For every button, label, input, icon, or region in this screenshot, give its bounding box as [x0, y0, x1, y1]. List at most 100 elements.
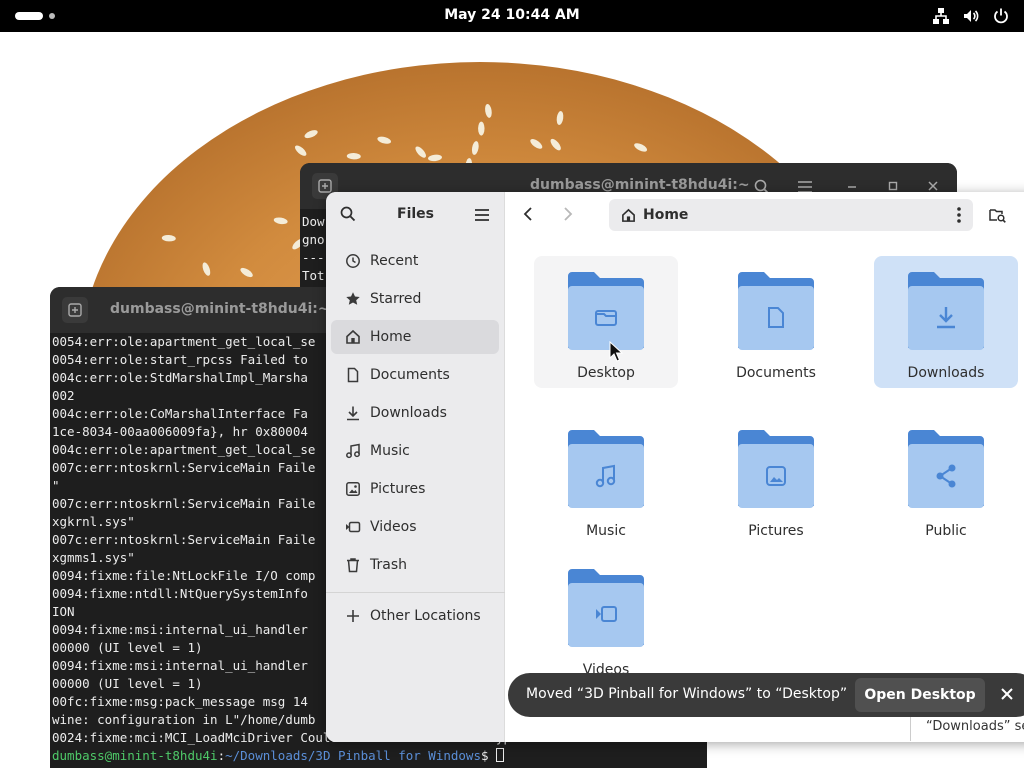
folder-videos[interactable]: Videos — [534, 553, 678, 685]
terminal-line: 00fc:fixme:msg:pack_message msg 14 — [52, 694, 308, 709]
sidebar-item-starred[interactable]: Starred — [331, 282, 499, 316]
folder-label: Documents — [736, 365, 816, 381]
folder-pictures[interactable]: Pictures — [704, 414, 848, 546]
terminal-line: 007c:err:ntoskrnl:ServiceMain Faile — [52, 532, 316, 547]
sidebar-item-label: Pictures — [370, 481, 426, 497]
prompt-path: ~/Downloads/3D Pinball for Windows — [225, 748, 481, 763]
close-icon[interactable] — [928, 181, 938, 191]
clock[interactable]: May 24 10:44 AM — [444, 7, 580, 23]
vertical-dots-menu-icon[interactable] — [957, 207, 961, 223]
sidebar-item-downloads[interactable]: Downloads — [331, 396, 499, 430]
download-icon — [345, 405, 361, 421]
folder-downloads-icon — [908, 272, 984, 350]
sidebar-item-music[interactable]: Music — [331, 434, 499, 468]
hamburger-menu-icon[interactable] — [474, 208, 490, 222]
plus-icon — [68, 303, 82, 317]
folder-desktop[interactable]: Desktop — [534, 256, 678, 388]
picture-icon — [345, 481, 361, 497]
plus-icon — [318, 179, 332, 193]
terminal-line: xgmms1.sys" — [52, 550, 135, 565]
new-tab-button[interactable] — [62, 297, 88, 323]
sidebar-item-videos[interactable]: Videos — [331, 510, 499, 544]
forward-arrow-icon[interactable] — [562, 206, 574, 222]
search-folder-icon[interactable] — [989, 207, 1006, 223]
back-arrow-icon[interactable] — [522, 206, 534, 222]
sidebar-item-label: Documents — [370, 367, 450, 383]
terminal-title: dumbass@minint-t8hdu4i:~/Do — [110, 301, 356, 317]
terminal-line: Dow — [302, 214, 325, 229]
music-icon — [345, 443, 361, 459]
open-desktop-button[interactable]: Open Desktop — [855, 678, 985, 712]
workspace-indicator — [49, 13, 55, 19]
folder-videos-icon — [568, 569, 644, 647]
volume-icon[interactable] — [962, 7, 980, 25]
terminal-output[interactable]: Dow gno --- Tot — [300, 213, 327, 285]
folder-label: Public — [925, 523, 967, 539]
sidebar-item-label: Starred — [370, 291, 422, 307]
sidebar-item-label: Downloads — [370, 405, 447, 421]
terminal-cursor — [496, 748, 505, 762]
terminal-line: 002 — [52, 388, 75, 403]
terminal-line: 0094:fixme:msi:internal_ui_handler — [52, 658, 308, 673]
terminal-line: 0094:fixme:ntdll:NtQuerySystemInfo — [52, 586, 308, 601]
terminal-line: 0054:err:ole:start_rpcss Failed to — [52, 352, 308, 367]
plus-icon — [345, 608, 361, 624]
network-icon[interactable] — [932, 7, 950, 25]
sidebar-item-trash[interactable]: Trash — [331, 548, 499, 582]
sidebar-item-documents[interactable]: Documents — [331, 358, 499, 392]
terminal-line: wine: configuration in L"/home/dumb — [52, 712, 316, 727]
terminal-line: 0094:fixme:file:NtLockFile I/O comp — [52, 568, 316, 583]
trash-icon — [345, 557, 361, 573]
sidebar-item-recent[interactable]: Recent — [331, 244, 499, 278]
power-icon[interactable] — [992, 7, 1010, 25]
minimize-icon[interactable] — [847, 185, 857, 189]
sesame-seed — [478, 121, 485, 136]
folder-documents[interactable]: Documents — [704, 256, 848, 388]
folder-music[interactable]: Music — [534, 414, 678, 546]
sidebar-item-home[interactable]: Home — [331, 320, 499, 354]
folder-public-icon — [908, 430, 984, 508]
folder-label: Downloads — [907, 365, 985, 381]
prompt-symbol: $ — [480, 748, 497, 763]
terminal-line: 007c:err:ntoskrnl:ServiceMain Faile — [52, 496, 316, 511]
sidebar-item-label: Home — [370, 329, 412, 345]
video-icon — [345, 519, 361, 535]
prompt-user: dumbass@minint-t8hdu4i — [52, 748, 218, 763]
partial-window-label: “Downloads” se — [910, 715, 1024, 741]
folder-desktop-icon — [568, 272, 644, 350]
home-icon — [345, 329, 361, 345]
terminal-line: 0094:fixme:msi:internal_ui_handler — [52, 622, 308, 637]
document-icon — [345, 367, 361, 383]
mouse-pointer-icon — [609, 341, 623, 362]
top-bar: May 24 10:44 AM — [0, 0, 1024, 32]
terminal-line: 004c:err:ole:CoMarshalInterface Fa — [52, 406, 308, 421]
close-icon[interactable] — [998, 685, 1016, 703]
sidebar-item-pictures[interactable]: Pictures — [331, 472, 499, 506]
prompt-separator: : — [217, 748, 226, 763]
activities-button[interactable] — [15, 12, 55, 20]
terminal-line: 00000 (UI level = 1) — [52, 640, 203, 655]
maximize-icon[interactable] — [888, 181, 898, 191]
folder-documents-icon — [738, 272, 814, 350]
path-bar[interactable]: Home — [609, 199, 973, 231]
sidebar-item-label: Other Locations — [370, 608, 481, 624]
clock-icon — [345, 253, 361, 269]
sidebar-item-other-locations[interactable]: Other Locations — [331, 599, 499, 633]
terminal-line: " — [52, 478, 60, 493]
files-window[interactable]: Files Recent Starred Home Documents Down… — [326, 192, 1024, 742]
terminal-line: 007c:err:ntoskrnl:ServiceMain Faile — [52, 460, 316, 475]
folder-public[interactable]: Public — [874, 414, 1018, 546]
terminal-line: 1ce-8034-00aa006009fa}, hr 0x80004 — [52, 424, 308, 439]
notification-toast: Moved “3D Pinball for Windows” to “Deskt… — [508, 673, 1024, 717]
files-content: Home Desktop Documents Downloads Music P… — [506, 192, 1024, 742]
sidebar-item-label: Recent — [370, 253, 419, 269]
folder-label: Pictures — [748, 523, 804, 539]
home-icon — [621, 208, 636, 223]
terminal-line: gno — [302, 232, 325, 247]
folder-downloads[interactable]: Downloads — [874, 256, 1018, 388]
terminal-line: 004c:err:ole:apartment_get_local_se — [52, 442, 316, 457]
system-tray[interactable] — [932, 7, 1010, 25]
star-icon — [345, 291, 361, 307]
terminal-title: dumbass@minint-t8hdu4i:~ — [530, 177, 750, 193]
terminal-line: 00000 (UI level = 1) — [52, 676, 203, 691]
